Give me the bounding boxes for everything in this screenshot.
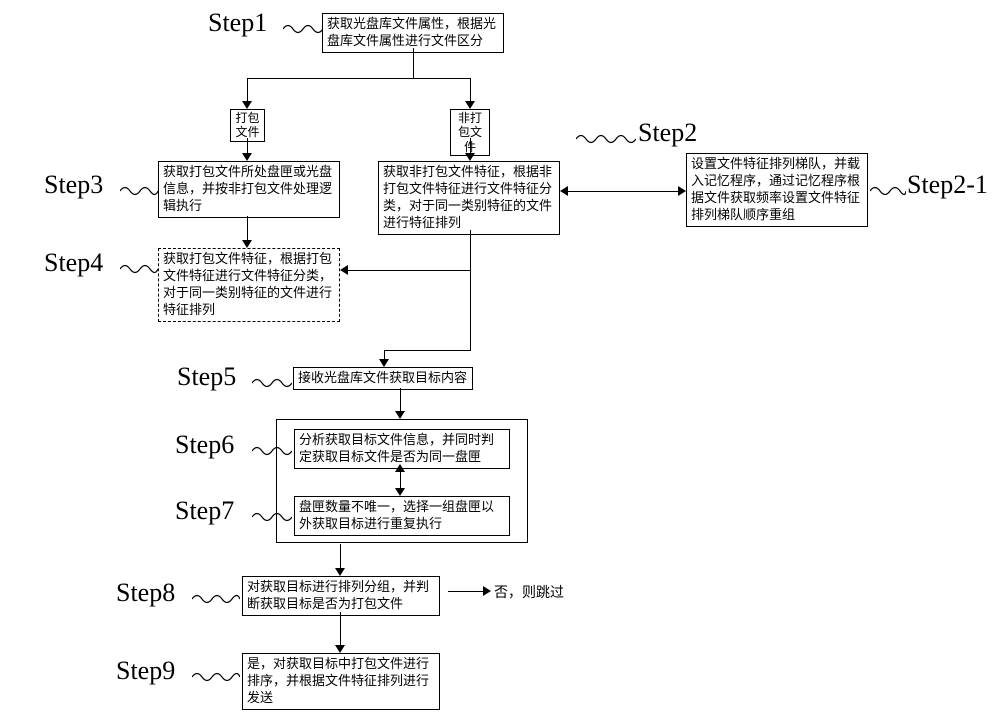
arrow	[340, 265, 348, 275]
label-step9: Step9	[116, 656, 175, 686]
label-step2-1: Step2-1	[907, 170, 988, 200]
node-step5: 接收光盘库文件获取目标内容	[293, 367, 473, 390]
node-step2-1: 设置文件特征排列梯队，并载入记忆程序，通过记忆程序根据文件获取频率设置文件特征排…	[686, 153, 868, 227]
squiggle-step4	[120, 262, 158, 276]
label-step2: Step2	[638, 118, 697, 148]
squiggle-step1	[283, 22, 323, 36]
squiggle-step2-1	[870, 184, 906, 198]
conn	[348, 270, 471, 271]
arrow	[335, 645, 345, 653]
squiggle-step2	[576, 132, 636, 146]
squiggle-step8	[192, 592, 240, 606]
node-step7: 盘匣数量不唯一，选择一组盘匣以外获取目标进行重复执行	[294, 496, 510, 536]
label-step4: Step4	[44, 248, 103, 278]
conn	[400, 388, 401, 412]
arrow	[242, 101, 252, 109]
squiggle-step5	[252, 376, 292, 390]
label-step3: Step3	[44, 170, 103, 200]
conn	[340, 544, 341, 569]
node-step6: 分析获取目标文件信息，并同时判定获取目标文件是否为同一盘匣	[294, 429, 510, 469]
label-step1: Step1	[208, 8, 267, 38]
conn	[340, 612, 341, 646]
conn	[448, 591, 483, 592]
squiggle-step3	[120, 184, 158, 198]
conn	[247, 78, 471, 79]
arrow	[465, 101, 475, 109]
arrow	[379, 359, 389, 367]
arrow	[483, 586, 491, 596]
node-step1: 获取光盘库文件属性，根据光盘库文件属性进行文件区分	[322, 13, 504, 53]
arrow	[242, 240, 252, 248]
arrow	[242, 153, 252, 161]
arrow	[395, 411, 405, 419]
node-step4: 获取打包文件特征，根据打包文件特征进行文件特征分类，对于同一类别特征的文件进行特…	[158, 248, 340, 322]
arrow	[560, 186, 568, 196]
label-step5: Step5	[177, 362, 236, 392]
node-step2: 获取非打包文件特征，根据非打包文件特征进行文件特征分类，对于同一类别特征的文件进…	[378, 161, 560, 235]
arrow	[335, 568, 345, 576]
label-step7: Step7	[175, 496, 234, 526]
squiggle-step9	[192, 670, 240, 684]
arrow	[678, 186, 686, 196]
conn	[247, 78, 248, 102]
arrow	[465, 153, 475, 161]
conn	[568, 191, 678, 192]
node-step3: 获取打包文件所处盘匣或光盘信息，并按非打包文件处理逻辑执行	[158, 161, 340, 218]
node-step9: 是，对获取目标中打包文件进行排序，并根据文件特征排列进行发送	[242, 653, 440, 710]
conn	[384, 350, 471, 351]
conn	[247, 216, 248, 242]
label-step8: Step8	[116, 578, 175, 608]
conn	[400, 470, 401, 489]
conn	[470, 78, 471, 102]
node-skip: 否，则跳过	[494, 582, 564, 602]
conn	[413, 48, 414, 78]
conn	[470, 270, 471, 350]
node-branch-pack-file: 打包文件	[230, 109, 265, 142]
arrow	[395, 464, 405, 472]
node-step8: 对获取目标进行排列分组，并判断获取目标是否为打包文件	[242, 576, 440, 616]
label-step6: Step6	[175, 430, 234, 460]
conn	[470, 230, 471, 270]
arrow	[395, 488, 405, 496]
